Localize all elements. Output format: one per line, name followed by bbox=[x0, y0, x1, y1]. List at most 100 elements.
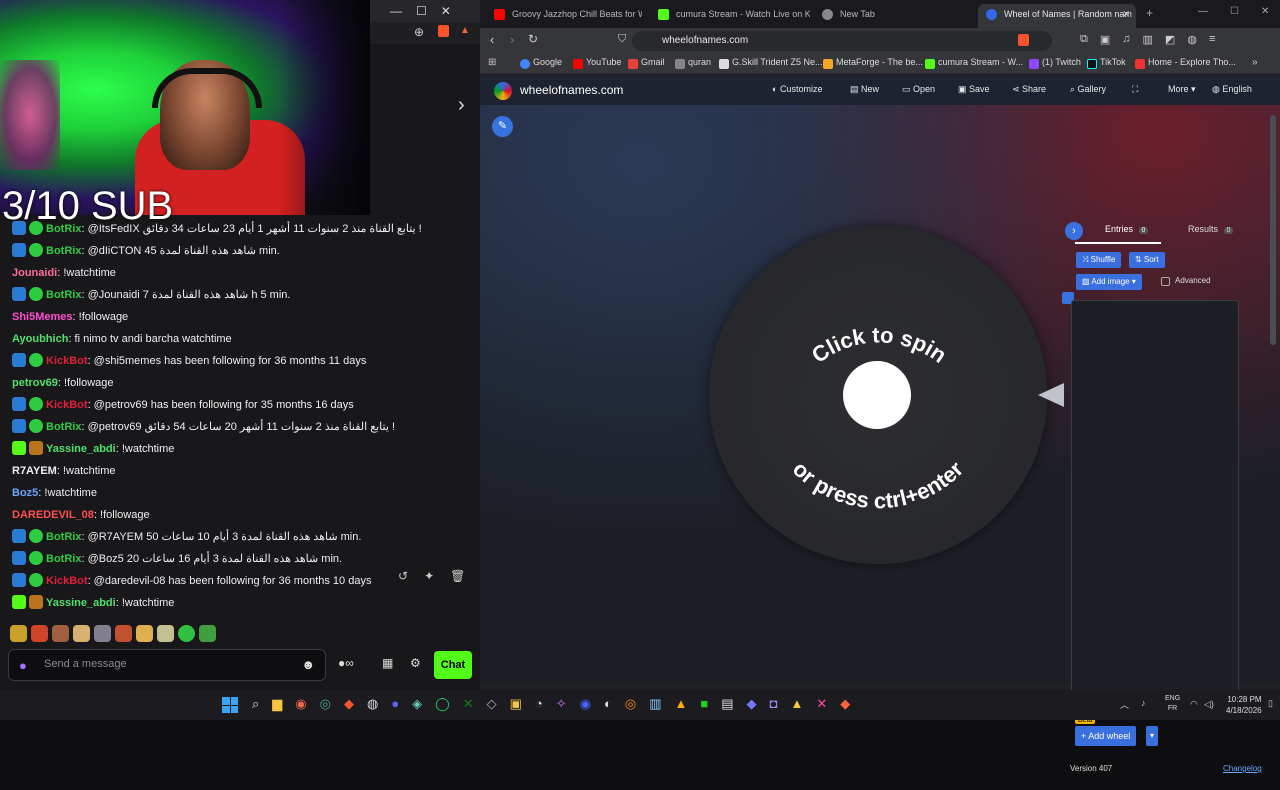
app-icon[interactable]: ▲ bbox=[790, 696, 803, 712]
brave-icon[interactable]: ◉ bbox=[295, 696, 306, 712]
extension-icon[interactable]: ▣ bbox=[1100, 33, 1110, 46]
app-icon[interactable]: ◆ bbox=[840, 696, 850, 712]
new-tab-plus-icon[interactable]: + bbox=[1146, 6, 1153, 20]
mic-icon[interactable]: ♪ bbox=[1141, 698, 1146, 711]
blender-icon[interactable]: ◎ bbox=[625, 696, 636, 712]
chat-message[interactable]: Jounaidi: !watchtime bbox=[0, 262, 480, 284]
wifi-icon[interactable]: ◠ bbox=[1190, 699, 1198, 710]
fullscreen-icon[interactable]: ⛶ bbox=[1132, 84, 1138, 95]
chat-username[interactable]: Shi5Memes bbox=[12, 311, 73, 323]
edit-pencil-icon[interactable]: ✎ bbox=[492, 116, 513, 137]
emote-icon[interactable] bbox=[94, 625, 111, 642]
steam-icon[interactable]: ◈ bbox=[412, 696, 422, 712]
bookmark-metaforge[interactable]: MetaForge - The be... bbox=[823, 57, 923, 69]
settings-icon[interactable]: ⚙ bbox=[410, 656, 421, 670]
mic-icon[interactable]: ● bbox=[19, 658, 27, 673]
chat-username[interactable]: BotRix bbox=[46, 245, 81, 257]
page-scrollbar[interactable] bbox=[1270, 115, 1276, 345]
tab-jazzhop[interactable]: Groovy Jazzhop Chill Beats for W bbox=[486, 4, 642, 28]
app-icon[interactable]: ◘ bbox=[770, 696, 778, 712]
shuffle-button[interactable]: ⤨ Shuffle bbox=[1076, 252, 1122, 268]
emote-icon[interactable] bbox=[10, 625, 27, 642]
chat-username[interactable]: BotRix bbox=[46, 531, 81, 543]
chat-username[interactable]: BotRix bbox=[46, 421, 81, 433]
search-icon[interactable]: ⌕ bbox=[252, 696, 259, 712]
changelog-link[interactable]: Changelog bbox=[1223, 764, 1262, 773]
chat-message[interactable]: Yassine_abdi: !watchtime bbox=[0, 438, 480, 460]
chat-username[interactable]: KickBot bbox=[46, 399, 88, 411]
chat-message[interactable]: Ayoubhich: fi nimo tv andi barcha watcht… bbox=[0, 328, 480, 350]
wheel-logo-icon[interactable] bbox=[494, 82, 512, 100]
app-icon[interactable]: ◆ bbox=[747, 696, 757, 712]
chat-message[interactable]: petrov69: !followage bbox=[0, 372, 480, 394]
zoom-icon[interactable]: ⊕ bbox=[414, 25, 424, 39]
bookmark-gmail[interactable]: Gmail bbox=[628, 57, 665, 69]
pin-icon[interactable]: ✦ bbox=[424, 569, 434, 583]
chrome-icon[interactable]: ◎ bbox=[320, 696, 331, 712]
app-icon[interactable]: ▥ bbox=[649, 696, 661, 712]
chat-username[interactable]: BotRix bbox=[46, 223, 81, 235]
app-icon[interactable]: ✕ bbox=[816, 696, 827, 712]
gallery-button[interactable]: ⌕ Gallery bbox=[1070, 84, 1106, 95]
bookmark-home[interactable]: Home - Explore Tho... bbox=[1135, 57, 1236, 69]
chat-username[interactable]: Boz5 bbox=[12, 487, 38, 499]
volume-icon[interactable]: ◁) bbox=[1204, 699, 1214, 710]
whatsapp-icon[interactable]: ◯ bbox=[435, 696, 450, 712]
extension-icon[interactable]: ⧉ bbox=[1080, 33, 1088, 46]
open-button[interactable]: ▭ Open bbox=[902, 84, 935, 95]
close-icon[interactable]: ✕ bbox=[1261, 6, 1269, 17]
new-button[interactable]: ▤ New bbox=[850, 84, 879, 95]
bookmark-google[interactable]: Google bbox=[520, 57, 562, 69]
bookmark-twitch[interactable]: (1) Twitch bbox=[1029, 57, 1081, 69]
chat-send-button[interactable]: Chat bbox=[434, 651, 472, 679]
chat-username[interactable]: Yassine_abdi bbox=[46, 443, 116, 455]
sidebar-icon[interactable]: ▥ bbox=[1143, 33, 1153, 46]
bookmark-quran[interactable]: quran bbox=[675, 57, 711, 69]
chat-username[interactable]: KickBot bbox=[46, 575, 88, 587]
save-button[interactable]: ▣ Save bbox=[958, 84, 990, 95]
wallet-icon[interactable]: ◩ bbox=[1165, 33, 1175, 46]
forward-icon[interactable]: › bbox=[510, 32, 514, 47]
spin-wheel[interactable]: Click to spin or press ctrl+enter bbox=[709, 226, 1047, 564]
tab-new[interactable]: New Tab bbox=[814, 4, 974, 28]
language-indicator[interactable]: ENG FR bbox=[1165, 694, 1180, 714]
people-icon[interactable]: ●∞ bbox=[338, 656, 354, 670]
back-icon[interactable]: ‹ bbox=[490, 32, 494, 47]
emote-icon[interactable] bbox=[136, 625, 153, 642]
bookmark-tiktok[interactable]: TikTok bbox=[1087, 57, 1126, 69]
music-icon[interactable]: ♫ bbox=[1122, 33, 1130, 46]
add-wheel-button[interactable]: + Add wheel bbox=[1075, 726, 1137, 746]
copilot-icon[interactable]: ✧ bbox=[556, 696, 567, 712]
collapse-panel-icon[interactable]: › bbox=[1065, 222, 1083, 240]
app-icon[interactable]: ◉ bbox=[580, 696, 591, 712]
tab-kick[interactable]: cumura Stream - Watch Live on Kick bbox=[650, 4, 810, 28]
folder-icon[interactable]: ▆ bbox=[272, 696, 282, 712]
app-icon[interactable]: ▤ bbox=[721, 696, 733, 712]
site-title[interactable]: wheelofnames.com bbox=[520, 83, 623, 97]
add-wheel-dropdown[interactable]: ▾ bbox=[1146, 726, 1159, 746]
minimize-icon[interactable]: — bbox=[1198, 6, 1208, 17]
advanced-checkbox[interactable] bbox=[1161, 277, 1170, 286]
github-icon[interactable]: ◍ bbox=[367, 696, 378, 712]
add-image-button[interactable]: ▨ Add image ▾ bbox=[1076, 274, 1142, 290]
tab-entries[interactable]: Entries 0 bbox=[1105, 224, 1149, 234]
tab-wheel-of-names[interactable]: Wheel of Names | Random nam ✕ bbox=[978, 4, 1136, 28]
chat-username[interactable]: Ayoubhich bbox=[12, 333, 68, 345]
sort-button[interactable]: ⇅ Sort bbox=[1129, 252, 1165, 268]
reload-icon[interactable]: ↻ bbox=[528, 32, 538, 46]
maximize-icon[interactable]: ☐ bbox=[1230, 6, 1239, 17]
clock[interactable]: 10:28 PM 4/18/2026 bbox=[1226, 694, 1262, 716]
chat-message[interactable]: DAREDEVIL_08: !followage bbox=[0, 504, 480, 526]
chat-message[interactable]: BotRix: @ItsFedIX يتابع القناة منذ 2 سنو… bbox=[0, 218, 480, 240]
message-input[interactable]: ● Send a message ☻ bbox=[8, 649, 326, 681]
emote-icon[interactable] bbox=[73, 625, 90, 642]
gift-icon[interactable]: ▦ bbox=[382, 656, 393, 670]
chat-message[interactable]: BotRix: @Jounaidi شاهد هذه القناة لمدة 7… bbox=[0, 284, 480, 306]
store-icon[interactable]: ▣ bbox=[510, 696, 522, 712]
chevron-right-icon[interactable]: › bbox=[458, 94, 465, 117]
bookmark-kick[interactable]: cumura Stream - W... bbox=[925, 57, 1023, 69]
chevron-up-icon[interactable]: ︿ bbox=[1120, 698, 1129, 711]
emote-icon[interactable] bbox=[31, 625, 48, 642]
xbox-icon[interactable]: ✕ bbox=[463, 696, 474, 712]
wheel-hub[interactable] bbox=[843, 361, 911, 429]
